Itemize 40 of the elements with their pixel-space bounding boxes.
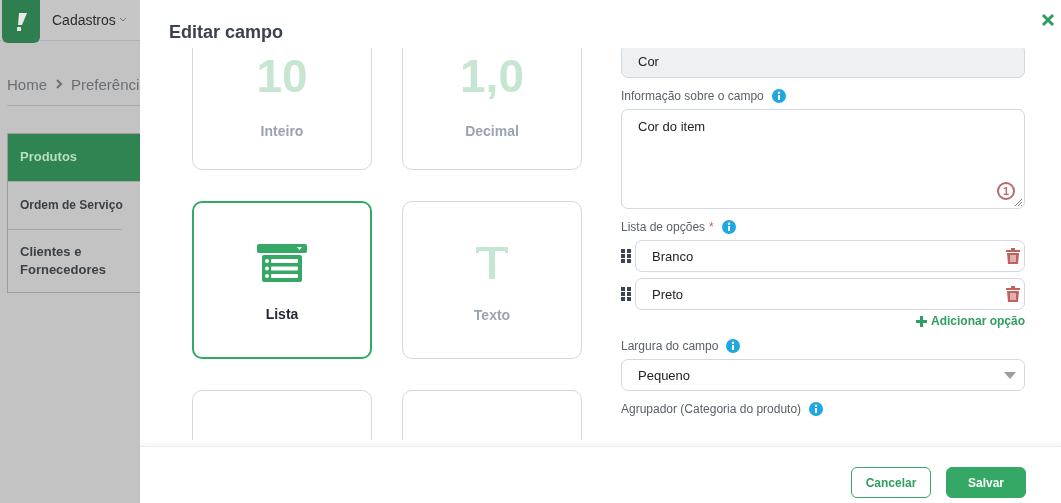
option-field[interactable]: Branco bbox=[635, 240, 1025, 272]
close-icon[interactable] bbox=[1039, 11, 1057, 29]
trash-icon[interactable] bbox=[1006, 286, 1020, 302]
save-button[interactable]: Salvar bbox=[946, 467, 1026, 498]
info-icon[interactable] bbox=[771, 89, 786, 103]
tile-label: Inteiro bbox=[260, 123, 304, 139]
number-symbol: 1,0 bbox=[460, 53, 524, 99]
tile-label: Texto bbox=[473, 307, 511, 323]
chevron-icon bbox=[118, 17, 127, 23]
info-textarea[interactable]: Cor do item 1 bbox=[621, 109, 1025, 209]
chevron-right-icon bbox=[55, 79, 63, 89]
resize-handle-icon[interactable] bbox=[1014, 198, 1022, 206]
field-label: Informação sobre o campo bbox=[621, 89, 764, 103]
field-label: Largura do campo bbox=[621, 339, 719, 353]
option-field[interactable]: Preto bbox=[635, 278, 1025, 310]
dialog-title: Editar campo bbox=[169, 21, 284, 43]
sidebar-item[interactable]: Produtos bbox=[8, 134, 140, 181]
menu-link[interactable]: Cadastros bbox=[52, 12, 127, 28]
info-icon[interactable] bbox=[726, 339, 741, 353]
name-field[interactable]: Cor bbox=[621, 48, 1025, 78]
count-badge: 1 bbox=[997, 182, 1015, 200]
field-label: Lista de opções bbox=[621, 220, 706, 234]
dropdown-caret-icon bbox=[1004, 371, 1016, 379]
info-icon[interactable] bbox=[721, 220, 736, 234]
field-type-tile[interactable]: Lista bbox=[192, 201, 372, 359]
tile-label: Lista bbox=[265, 306, 299, 322]
drag-handle-icon[interactable] bbox=[621, 287, 631, 301]
trash-icon[interactable] bbox=[1006, 248, 1020, 264]
info-icon[interactable] bbox=[809, 402, 824, 416]
field-label: Agrupador (Categoria do produto) bbox=[621, 402, 802, 416]
tile-label: Decimal bbox=[465, 123, 519, 139]
drag-handle-icon[interactable] bbox=[621, 249, 631, 263]
width-select[interactable]: Pequeno bbox=[621, 359, 1025, 391]
logo-icon bbox=[2, 0, 40, 43]
plus-icon bbox=[916, 315, 927, 327]
cancel-button[interactable]: Cancelar bbox=[851, 467, 931, 498]
number-symbol: 10 bbox=[256, 53, 308, 99]
add-option-link[interactable]: Adicionar opção bbox=[916, 314, 1025, 328]
required-mark: * bbox=[709, 220, 714, 234]
list-icon bbox=[257, 244, 307, 282]
